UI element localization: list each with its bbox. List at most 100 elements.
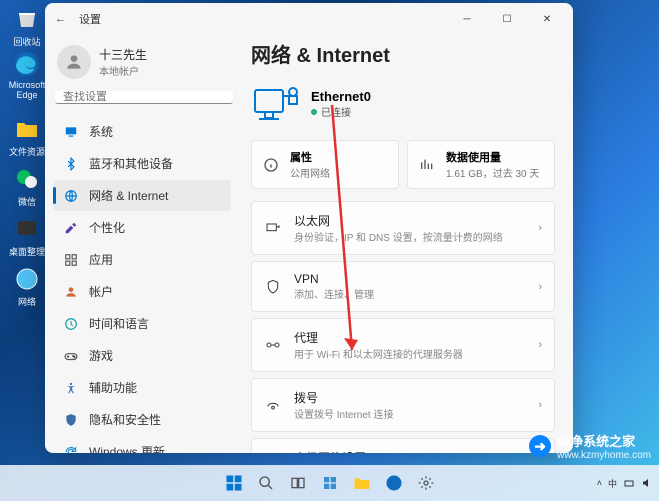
- sidebar-item-game[interactable]: 游戏: [53, 340, 231, 371]
- ethernet-icon: [264, 219, 282, 237]
- desktop-icon-organize[interactable]: 桌面整理: [7, 215, 47, 258]
- taskbar-search-icon[interactable]: [253, 470, 279, 496]
- taskbar-widgets-icon[interactable]: [317, 470, 343, 496]
- card-title: 属性: [290, 149, 330, 165]
- settings-window: ← 设置 ─ ☐ ✕ 十三先生 本地帐户 系统 蓝牙和其他设备 网络 & Int…: [45, 3, 573, 453]
- connection-name: Ethernet0: [311, 89, 371, 104]
- sidebar-item-system[interactable]: 系统: [53, 116, 231, 147]
- sidebar-item-label: 系统: [89, 123, 113, 140]
- proxy-icon: [264, 336, 282, 354]
- bluetooth-icon: [63, 156, 79, 172]
- watermark: ➜ 纯净系统之家 www.kzmyhome.com: [529, 431, 651, 461]
- sidebar-item-personalize[interactable]: 个性化: [53, 212, 231, 243]
- update-icon: [63, 444, 79, 454]
- sidebar-item-account[interactable]: 帐户: [53, 276, 231, 307]
- watermark-name: 纯净系统之家: [557, 434, 635, 449]
- sidebar-item-label: 时间和语言: [89, 315, 149, 332]
- taskbar-explorer-icon[interactable]: [349, 470, 375, 496]
- desktop-icon-wechat[interactable]: 微信: [7, 165, 47, 208]
- system-icon: [63, 124, 79, 140]
- row-vpn[interactable]: VPN添加、连接、管理 ›: [251, 261, 555, 312]
- watermark-url: www.kzmyhome.com: [557, 450, 651, 461]
- chevron-right-icon: ›: [538, 399, 542, 411]
- desktop-icon-files[interactable]: 文件资源: [7, 115, 47, 158]
- sidebar-item-apps[interactable]: 应用: [53, 244, 231, 275]
- tray-chevron-icon[interactable]: ˄: [597, 478, 602, 488]
- row-proxy[interactable]: 代理用于 Wi-Fi 和以太网连接的代理服务器 ›: [251, 318, 555, 372]
- card-title: 数据使用量: [446, 149, 539, 165]
- sidebar-item-label: 蓝牙和其他设备: [89, 155, 173, 172]
- apps-icon: [63, 252, 79, 268]
- row-title: 高级网络设置: [294, 449, 526, 453]
- row-title: 以太网: [294, 212, 526, 229]
- sidebar-item-label: Windows 更新: [89, 443, 165, 453]
- system-tray[interactable]: ˄ 中: [597, 477, 653, 490]
- page-title: 网络 & Internet: [251, 39, 555, 68]
- account-icon: [63, 284, 79, 300]
- status-dot-icon: [311, 109, 317, 115]
- accessibility-icon: [63, 380, 79, 396]
- row-subtitle: 设置拨号 Internet 连接: [294, 406, 526, 421]
- sidebar-item-label: 个性化: [89, 219, 125, 236]
- card-subtitle: 公用网络: [290, 165, 330, 180]
- taskbar-edge-icon[interactable]: [381, 470, 407, 496]
- sidebar-item-network[interactable]: 网络 & Internet: [53, 180, 231, 211]
- tray-volume-icon[interactable]: [641, 477, 653, 489]
- sidebar-item-update[interactable]: Windows 更新: [53, 436, 231, 453]
- taskbar[interactable]: ˄ 中: [0, 465, 659, 501]
- vpn-icon: [264, 278, 282, 296]
- row-subtitle: 添加、连接、管理: [294, 286, 526, 301]
- game-icon: [63, 348, 79, 364]
- nav-list: 系统 蓝牙和其他设备 网络 & Internet 个性化 应用 帐户 时间和语言…: [53, 116, 231, 453]
- sidebar-item-label: 隐私和安全性: [89, 411, 161, 428]
- row-subtitle: 身份验证，IP 和 DNS 设置，按流量计费的网络: [294, 229, 526, 244]
- row-advanced[interactable]: 高级网络设置查看所有网络适配器，网络重置 ›: [251, 438, 555, 453]
- sidebar-item-label: 辅助功能: [89, 379, 137, 396]
- connection-status-block: Ethernet0 已连接: [251, 82, 555, 126]
- profile-subtitle: 本地帐户: [99, 63, 147, 78]
- ethernet-glyph-icon: [251, 82, 299, 126]
- row-ethernet[interactable]: 以太网身份验证，IP 和 DNS 设置，按流量计费的网络 ›: [251, 201, 555, 255]
- taskbar-taskview-icon[interactable]: [285, 470, 311, 496]
- personalize-icon: [63, 220, 79, 236]
- desktop-icon-edge[interactable]: Microsoft Edge: [7, 50, 47, 100]
- taskbar-settings-icon[interactable]: [413, 470, 439, 496]
- back-button[interactable]: ←: [55, 13, 75, 25]
- data-usage-card[interactable]: 数据使用量1.61 GB，过去 30 天: [407, 140, 555, 189]
- properties-card[interactable]: 属性公用网络: [251, 140, 399, 189]
- tray-ime-icon[interactable]: 中: [608, 477, 617, 490]
- sidebar-item-label: 网络 & Internet: [89, 187, 168, 204]
- sidebar-item-label: 帐户: [89, 283, 113, 300]
- close-button[interactable]: ✕: [527, 5, 567, 33]
- row-dialup[interactable]: 拨号设置拨号 Internet 连接 ›: [251, 378, 555, 432]
- row-title: 代理: [294, 329, 526, 346]
- sidebar: 十三先生 本地帐户 系统 蓝牙和其他设备 网络 & Internet 个性化 应…: [45, 35, 239, 453]
- sidebar-item-time[interactable]: 时间和语言: [53, 308, 231, 339]
- profile-name: 十三先生: [99, 46, 147, 63]
- tray-network-icon[interactable]: [623, 477, 635, 489]
- time-icon: [63, 316, 79, 332]
- row-subtitle: 用于 Wi-Fi 和以太网连接的代理服务器: [294, 346, 526, 361]
- row-title: VPN: [294, 272, 526, 286]
- search-input[interactable]: [55, 91, 233, 104]
- desktop-icon-recycle[interactable]: 回收站: [7, 5, 47, 48]
- maximize-button[interactable]: ☐: [487, 5, 527, 33]
- sidebar-item-privacy[interactable]: 隐私和安全性: [53, 404, 231, 435]
- data-usage-icon: [418, 156, 436, 174]
- chevron-right-icon: ›: [538, 339, 542, 351]
- sidebar-item-label: 游戏: [89, 347, 113, 364]
- desktop-icon-network[interactable]: 网络: [7, 265, 47, 308]
- connection-state: 已连接: [311, 104, 371, 119]
- minimize-button[interactable]: ─: [447, 5, 487, 33]
- privacy-icon: [63, 412, 79, 428]
- network-icon: [63, 188, 79, 204]
- profile-block[interactable]: 十三先生 本地帐户: [53, 39, 231, 91]
- sidebar-item-bluetooth[interactable]: 蓝牙和其他设备: [53, 148, 231, 179]
- watermark-logo-icon: ➜: [529, 435, 551, 457]
- start-button[interactable]: [221, 470, 247, 496]
- sidebar-item-accessibility[interactable]: 辅助功能: [53, 372, 231, 403]
- sidebar-item-label: 应用: [89, 251, 113, 268]
- row-title: 拨号: [294, 389, 526, 406]
- avatar: [57, 45, 91, 79]
- main-panel: 网络 & Internet Ethernet0 已连接 属性公用网络 数据使用量…: [239, 35, 573, 453]
